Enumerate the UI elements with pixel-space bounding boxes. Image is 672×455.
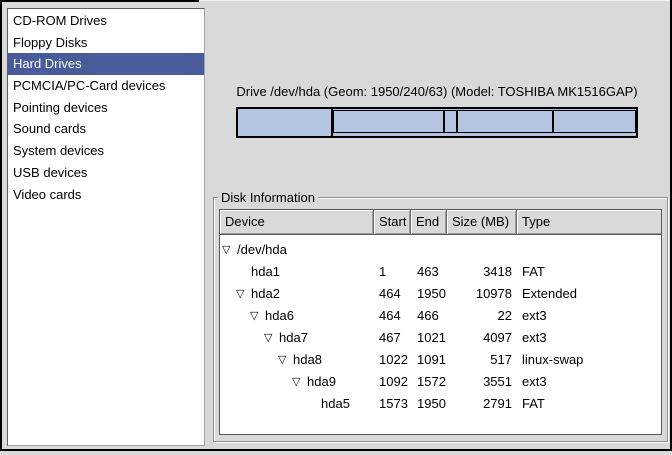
start-cell: 467 (374, 327, 411, 349)
device-name: hda5 (321, 393, 350, 415)
column-header-start[interactable]: Start (374, 210, 411, 234)
end-cell: 1950 (411, 393, 447, 415)
start-cell (374, 239, 411, 261)
table-row-dev-hda[interactable]: ▽/dev/hda (220, 239, 661, 261)
column-header-size-mb[interactable]: Size (MB) (447, 210, 517, 234)
size-cell: 2791 (447, 393, 517, 415)
column-header-end[interactable]: End (411, 210, 447, 234)
extended-partition-box (333, 110, 636, 133)
sidebar-item-video-cards[interactable]: Video cards (8, 184, 204, 206)
partition-segment-hda7 (334, 111, 445, 132)
end-cell: 463 (411, 261, 447, 283)
end-cell: 1021 (411, 327, 447, 349)
size-cell: 10978 (447, 283, 517, 305)
device-name: /dev/hda (237, 239, 287, 261)
expander-icon[interactable]: ▽ (277, 349, 293, 371)
device-name: hda7 (279, 327, 308, 349)
expander-icon[interactable]: ▽ (235, 283, 251, 305)
end-cell: 1950 (411, 283, 447, 305)
type-cell: Extended (517, 283, 661, 305)
partition-segment-hda9 (458, 111, 554, 132)
column-header-device[interactable]: Device (220, 210, 374, 234)
sidebar-item-cd-rom-drives[interactable]: CD-ROM Drives (8, 10, 204, 32)
device-cell: ▽hda7 (220, 327, 374, 349)
sidebar-item-system-devices[interactable]: System devices (8, 140, 204, 162)
table-row-hda5[interactable]: hda5 157319502791FAT (220, 393, 661, 415)
end-cell: 466 (411, 305, 447, 327)
disk-table-header: DeviceStartEndSize (MB)Type (220, 210, 661, 235)
size-cell: 22 (447, 305, 517, 327)
size-cell: 4097 (447, 327, 517, 349)
device-cell: ▽hda9 (220, 371, 374, 393)
device-name: hda2 (251, 283, 280, 305)
device-cell: ▽/dev/hda (220, 239, 374, 261)
sidebar-item-usb-devices[interactable]: USB devices (8, 162, 204, 184)
device-cell: ▽hda8 (220, 349, 374, 371)
start-cell: 1 (374, 261, 411, 283)
expander-icon[interactable]: ▽ (249, 305, 265, 327)
end-cell: 1091 (411, 349, 447, 371)
sidebar-item-sound-cards[interactable]: Sound cards (8, 118, 204, 140)
type-cell: ext3 (517, 305, 661, 327)
size-cell: 3418 (447, 261, 517, 283)
partition-segment-hda1 (238, 109, 333, 136)
device-cell: hda5 (220, 393, 374, 415)
end-cell (411, 239, 447, 261)
device-cell: ▽hda2 (220, 283, 374, 305)
start-cell: 464 (374, 283, 411, 305)
end-cell: 1572 (411, 371, 447, 393)
type-cell: FAT (517, 393, 661, 415)
disk-partition-bar (236, 107, 638, 138)
type-cell: linux-swap (517, 349, 661, 371)
start-cell: 1573 (374, 393, 411, 415)
start-cell: 464 (374, 305, 411, 327)
table-row-hda9[interactable]: ▽hda9109215723551ext3 (220, 371, 661, 393)
window-top-highlight (199, 0, 670, 1)
device-category-list: CD-ROM DrivesFloppy DisksHard DrivesPCMC… (7, 8, 205, 446)
sidebar-item-pointing-devices[interactable]: Pointing devices (8, 97, 204, 119)
device-cell: ▽hda6 (220, 305, 374, 327)
device-name: hda1 (251, 261, 280, 283)
table-row-hda1[interactable]: hda1 14633418FAT (220, 261, 661, 283)
window-border-top (0, 0, 199, 2)
table-row-hda8[interactable]: ▽hda810221091517linux-swap (220, 349, 661, 371)
size-cell: 3551 (447, 371, 517, 393)
table-row-hda6[interactable]: ▽hda646446622ext3 (220, 305, 661, 327)
expander-icon[interactable]: ▽ (221, 239, 237, 261)
expander-icon[interactable]: ▽ (291, 371, 307, 393)
expander-icon[interactable]: ▽ (263, 327, 279, 349)
table-row-hda2[interactable]: ▽hda2464195010978Extended (220, 283, 661, 305)
device-name: hda6 (265, 305, 294, 327)
type-cell (517, 239, 661, 261)
device-name: hda8 (293, 349, 322, 371)
type-cell: FAT (517, 261, 661, 283)
size-cell: 517 (447, 349, 517, 371)
table-row-hda7[interactable]: ▽hda746710214097ext3 (220, 327, 661, 349)
device-cell: hda1 (220, 261, 374, 283)
type-cell: ext3 (517, 371, 661, 393)
device-name: hda9 (307, 371, 336, 393)
type-cell: ext3 (517, 327, 661, 349)
disk-information-title: Disk Information (218, 190, 318, 205)
sidebar-item-hard-drives[interactable]: Hard Drives (8, 53, 204, 75)
partition-segment-hda5 (554, 111, 635, 132)
drive-info-label: Drive /dev/hda (Geom: 1950/240/63) (Mode… (230, 84, 644, 99)
partition-segment-hda8 (445, 111, 458, 132)
start-cell: 1092 (374, 371, 411, 393)
column-header-type[interactable]: Type (517, 210, 661, 234)
disk-table-body: ▽/dev/hdahda114633418FAT▽hda246419501097… (220, 235, 661, 415)
disk-information-frame: Disk Information DeviceStartEndSize (MB)… (213, 197, 668, 442)
start-cell: 1022 (374, 349, 411, 371)
sidebar-item-pcmcia-pc-card-devices[interactable]: PCMCIA/PC-Card devices (8, 75, 204, 97)
size-cell (447, 239, 517, 261)
disk-table: DeviceStartEndSize (MB)Type ▽/dev/hdahda… (219, 209, 662, 435)
hardware-browser-window: CD-ROM DrivesFloppy DisksHard DrivesPCMC… (0, 0, 672, 455)
sidebar-item-floppy-disks[interactable]: Floppy Disks (8, 32, 204, 54)
